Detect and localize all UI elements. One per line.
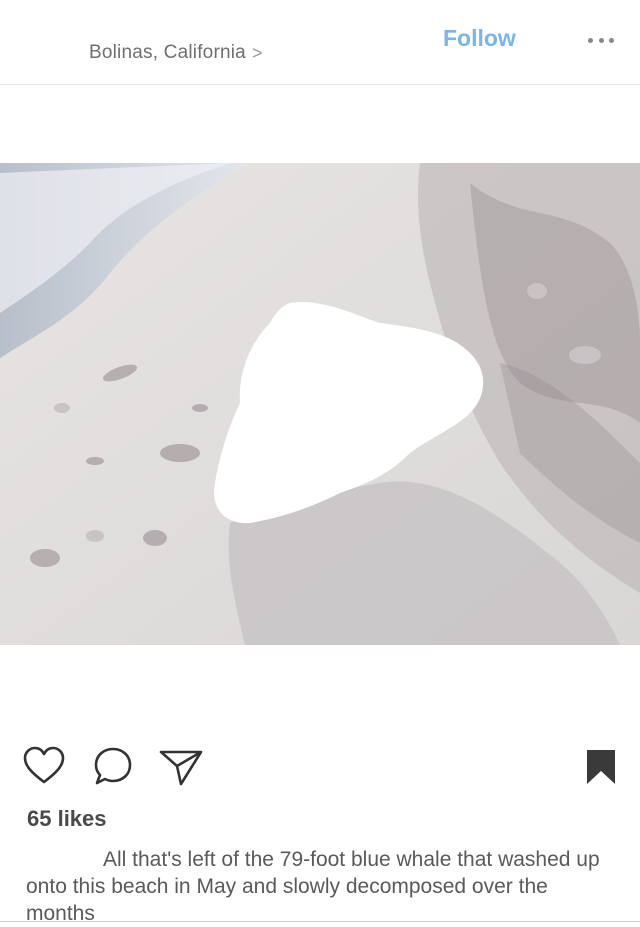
more-options-icon[interactable] (588, 36, 614, 44)
more-dot (609, 37, 614, 43)
divider (0, 921, 640, 922)
bookmark-icon[interactable] (585, 748, 617, 786)
chevron-right-icon: > (251, 43, 263, 63)
post-caption: All that's left of the 79-foot blue whal… (26, 848, 600, 925)
heart-icon[interactable] (22, 746, 66, 786)
location-label: Bolinas, California (89, 42, 246, 63)
more-dot (598, 37, 604, 43)
post-header: Bolinas, California > Follow (0, 0, 640, 85)
likes-count[interactable]: 65 likes (27, 806, 107, 832)
location-link[interactable]: Bolinas, California > (89, 42, 263, 64)
post-photo[interactable] (0, 163, 640, 645)
comment-icon[interactable] (92, 746, 134, 788)
follow-button[interactable]: Follow (443, 25, 516, 52)
action-bar (0, 740, 640, 796)
more-dot (588, 37, 593, 43)
share-icon[interactable] (158, 746, 204, 788)
